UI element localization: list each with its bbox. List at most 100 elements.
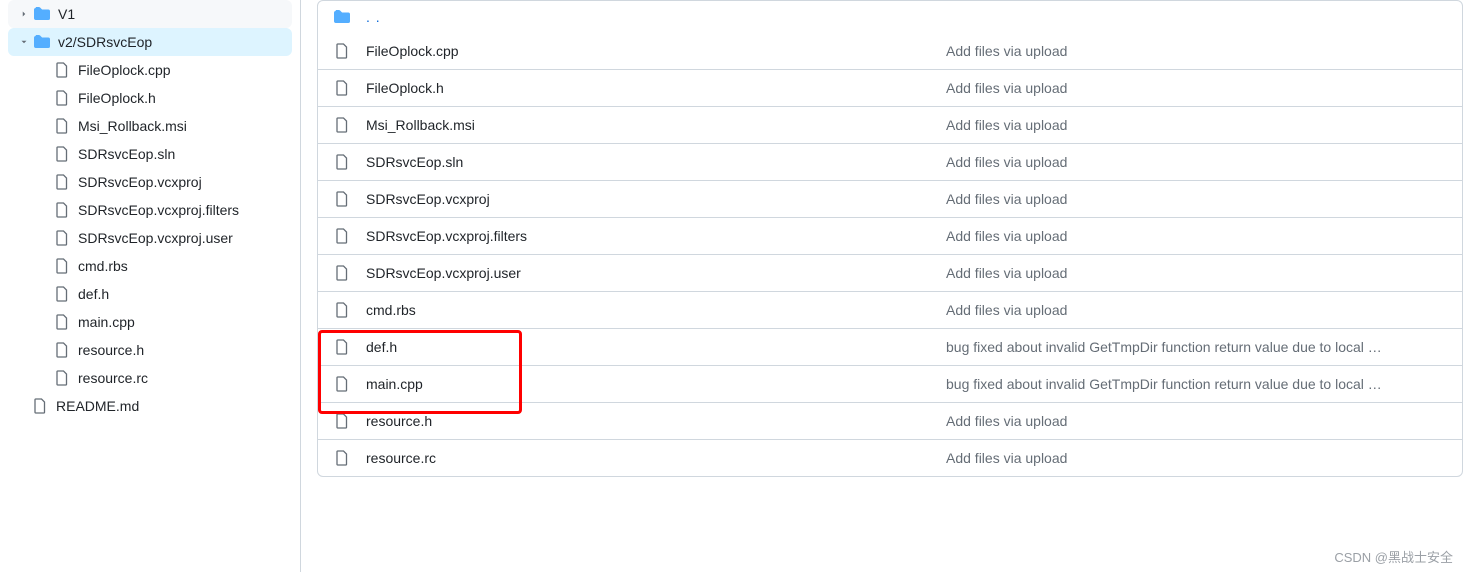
table-row[interactable]: Msi_Rollback.msiAdd files via upload (318, 106, 1462, 143)
file-icon (334, 265, 350, 281)
tree-file[interactable]: def.h (8, 280, 292, 308)
file-list-panel: . . FileOplock.cppAdd files via uploadFi… (300, 0, 1463, 572)
table-row[interactable]: FileOplock.cppAdd files via upload (318, 33, 1462, 69)
commit-message-link[interactable]: Add files via upload (946, 154, 1446, 170)
tree-file[interactable]: main.cpp (8, 308, 292, 336)
file-name-link[interactable]: main.cpp (366, 376, 946, 392)
file-name-link[interactable]: SDRsvcEop.vcxproj.filters (366, 228, 946, 244)
tree-folder-v2[interactable]: v2/SDRsvcEop (8, 28, 292, 56)
tree-file-label: resource.rc (78, 370, 148, 386)
file-tree-sidebar: V1 v2/SDRsvcEop FileOplock.cpp FileOplock… (0, 0, 300, 572)
tree-folder-v1[interactable]: V1 (8, 0, 292, 28)
file-icon (54, 174, 70, 190)
file-icon (334, 413, 350, 429)
tree-file-label: README.md (56, 398, 139, 414)
file-name-link[interactable]: resource.h (366, 413, 946, 429)
file-icon (334, 339, 350, 355)
tree-file-label: SDRsvcEop.vcxproj.filters (78, 202, 239, 218)
file-icon (54, 342, 70, 358)
file-icon (54, 314, 70, 330)
parent-directory-row[interactable]: . . (318, 1, 1462, 33)
file-icon (334, 154, 350, 170)
file-name-link[interactable]: Msi_Rollback.msi (366, 117, 946, 133)
file-icon (334, 376, 350, 392)
tree-file-readme[interactable]: README.md (8, 392, 292, 420)
file-name-link[interactable]: resource.rc (366, 450, 946, 466)
file-icon (54, 202, 70, 218)
file-name-link[interactable]: SDRsvcEop.vcxproj (366, 191, 946, 207)
tree-folder-label: V1 (58, 6, 75, 22)
file-name-link[interactable]: SDRsvcEop.sln (366, 154, 946, 170)
file-icon (334, 450, 350, 466)
tree-folder-label: v2/SDRsvcEop (58, 34, 152, 50)
table-row[interactable]: cmd.rbsAdd files via upload (318, 291, 1462, 328)
file-name-link[interactable]: FileOplock.h (366, 80, 946, 96)
file-name-link[interactable]: cmd.rbs (366, 302, 946, 318)
commit-message-link[interactable]: Add files via upload (946, 265, 1446, 281)
file-name-link[interactable]: FileOplock.cpp (366, 43, 946, 59)
table-row[interactable]: FileOplock.hAdd files via upload (318, 69, 1462, 106)
table-row[interactable]: SDRsvcEop.vcxproj.filtersAdd files via u… (318, 217, 1462, 254)
tree-file[interactable]: SDRsvcEop.vcxproj.user (8, 224, 292, 252)
tree-file-label: def.h (78, 286, 109, 302)
table-row[interactable]: resource.hAdd files via upload (318, 402, 1462, 439)
tree-file[interactable]: SDRsvcEop.vcxproj.filters (8, 196, 292, 224)
file-icon (334, 43, 350, 59)
tree-file-label: resource.h (78, 342, 144, 358)
tree-file-label: SDRsvcEop.vcxproj (78, 174, 202, 190)
file-icon (334, 80, 350, 96)
table-row[interactable]: SDRsvcEop.vcxprojAdd files via upload (318, 180, 1462, 217)
file-icon (54, 286, 70, 302)
tree-file[interactable]: FileOplock.cpp (8, 56, 292, 84)
file-icon (54, 90, 70, 106)
file-name-link[interactable]: def.h (366, 339, 946, 355)
file-icon (54, 62, 70, 78)
tree-file[interactable]: FileOplock.h (8, 84, 292, 112)
file-icon (54, 146, 70, 162)
file-icon (334, 191, 350, 207)
file-icon (334, 228, 350, 244)
file-table: . . FileOplock.cppAdd files via uploadFi… (317, 0, 1463, 477)
commit-message-link[interactable]: Add files via upload (946, 80, 1446, 96)
commit-message-link[interactable]: bug fixed about invalid GetTmpDir functi… (946, 376, 1446, 392)
file-icon (54, 258, 70, 274)
tree-file[interactable]: SDRsvcEop.sln (8, 140, 292, 168)
file-icon (334, 117, 350, 133)
file-icon (32, 398, 48, 414)
file-icon (54, 370, 70, 386)
commit-message-link[interactable]: Add files via upload (946, 117, 1446, 133)
folder-icon (334, 9, 350, 25)
tree-file-label: FileOplock.h (78, 90, 156, 106)
commit-message-link[interactable]: Add files via upload (946, 302, 1446, 318)
tree-file-label: main.cpp (78, 314, 135, 330)
tree-file-label: Msi_Rollback.msi (78, 118, 187, 134)
commit-message-link[interactable]: bug fixed about invalid GetTmpDir functi… (946, 339, 1446, 355)
tree-file[interactable]: resource.h (8, 336, 292, 364)
chevron-right-icon (16, 9, 32, 19)
commit-message-link[interactable]: Add files via upload (946, 43, 1446, 59)
table-row[interactable]: resource.rcAdd files via upload (318, 439, 1462, 476)
file-icon (54, 118, 70, 134)
file-name-link[interactable]: SDRsvcEop.vcxproj.user (366, 265, 946, 281)
commit-message-link[interactable]: Add files via upload (946, 450, 1446, 466)
tree-file[interactable]: resource.rc (8, 364, 292, 392)
table-row[interactable]: SDRsvcEop.vcxproj.userAdd files via uplo… (318, 254, 1462, 291)
tree-file[interactable]: cmd.rbs (8, 252, 292, 280)
tree-file-label: SDRsvcEop.vcxproj.user (78, 230, 233, 246)
folder-open-icon (34, 34, 50, 50)
file-icon (54, 230, 70, 246)
commit-message-link[interactable]: Add files via upload (946, 228, 1446, 244)
file-icon (334, 302, 350, 318)
tree-file-label: SDRsvcEop.sln (78, 146, 175, 162)
commit-message-link[interactable]: Add files via upload (946, 413, 1446, 429)
table-row[interactable]: SDRsvcEop.slnAdd files via upload (318, 143, 1462, 180)
table-row[interactable]: def.hbug fixed about invalid GetTmpDir f… (318, 328, 1462, 365)
parent-directory-label: . . (366, 9, 381, 25)
chevron-down-icon (16, 37, 32, 47)
tree-file-label: cmd.rbs (78, 258, 128, 274)
tree-file[interactable]: SDRsvcEop.vcxproj (8, 168, 292, 196)
commit-message-link[interactable]: Add files via upload (946, 191, 1446, 207)
table-row[interactable]: main.cppbug fixed about invalid GetTmpDi… (318, 365, 1462, 402)
tree-file[interactable]: Msi_Rollback.msi (8, 112, 292, 140)
tree-file-label: FileOplock.cpp (78, 62, 171, 78)
